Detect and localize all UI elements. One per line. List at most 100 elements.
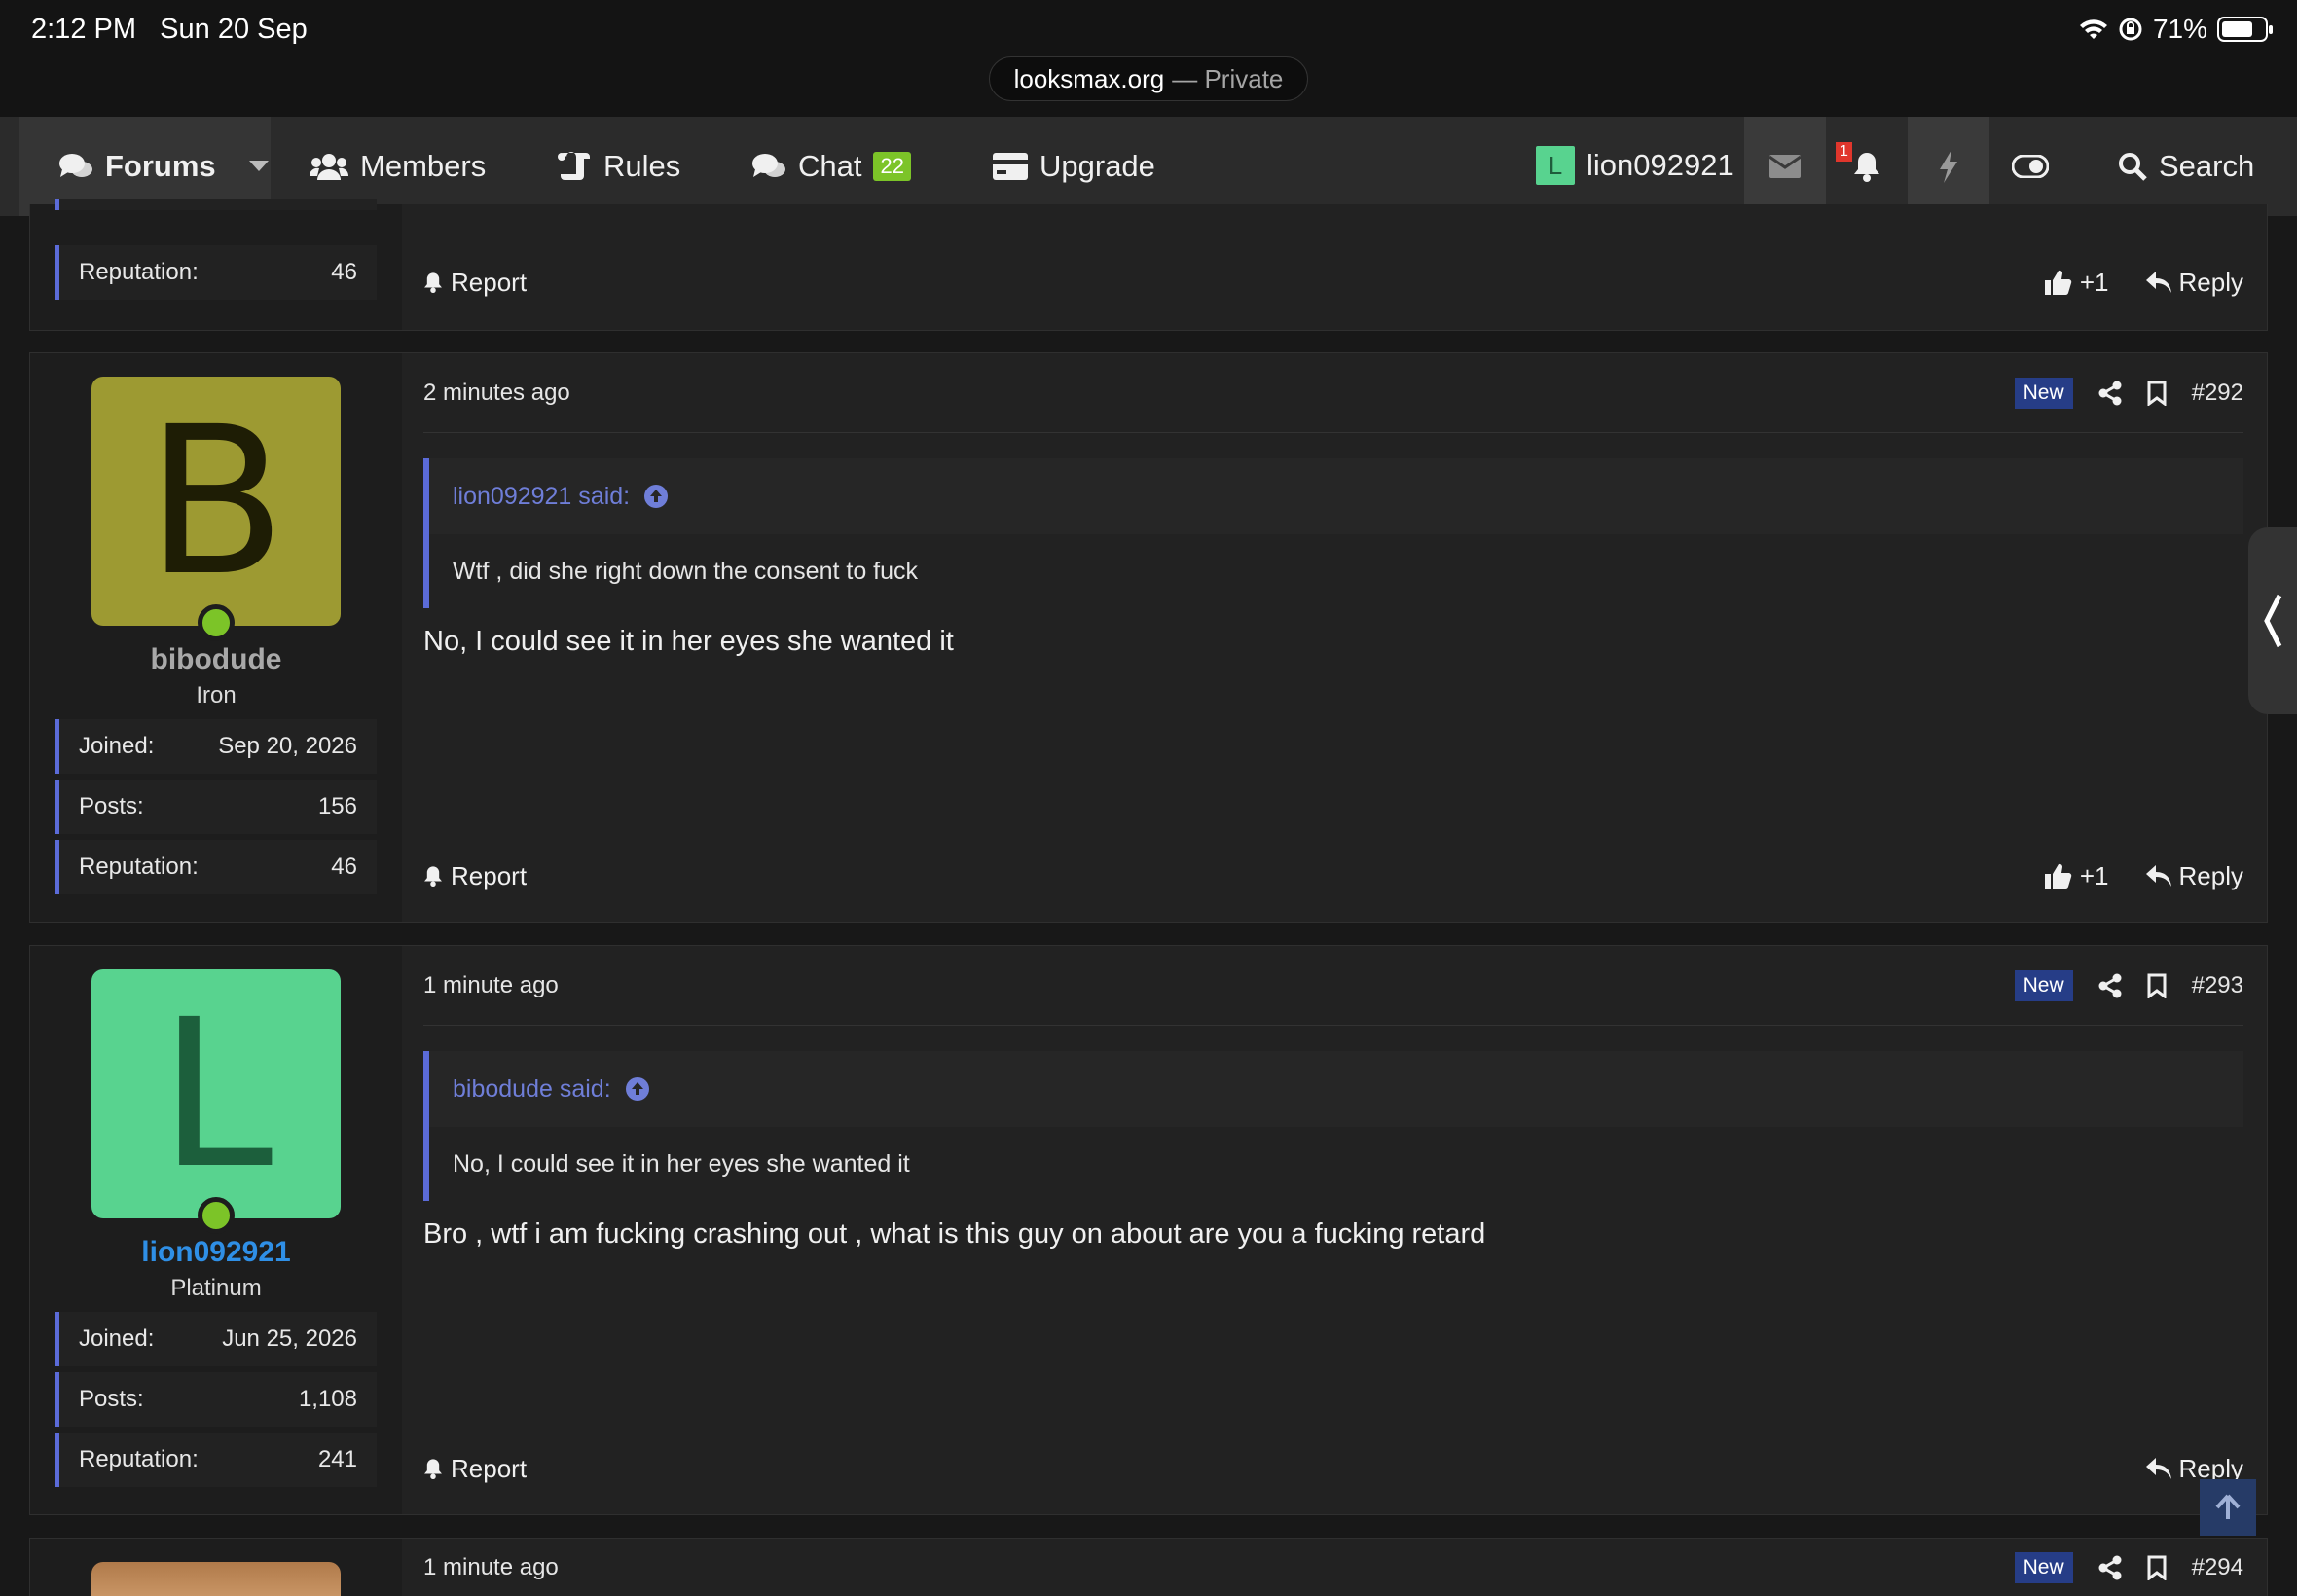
online-indicator bbox=[198, 1197, 235, 1234]
new-badge: New bbox=[2014, 377, 2073, 409]
stat-row-joined: Joined: Jun 25, 2026 bbox=[55, 1312, 377, 1366]
like-button[interactable]: +1 bbox=[2044, 268, 2109, 298]
post-timestamp[interactable]: 1 minute ago bbox=[423, 1554, 559, 1581]
post-sidebar bbox=[30, 1539, 402, 1596]
post-footer: Report Reply bbox=[423, 1444, 2243, 1493]
arrow-up-circle-icon[interactable] bbox=[643, 484, 669, 509]
quote-text: Wtf , did she right down the consent to … bbox=[429, 534, 2243, 608]
nav-username: lion092921 bbox=[1586, 148, 1734, 182]
post-header: 1 minute ago New #293 bbox=[423, 946, 2243, 1026]
post-timestamp[interactable]: 1 minute ago bbox=[423, 972, 559, 999]
reply-button[interactable]: Reply bbox=[2179, 861, 2243, 891]
share-icon[interactable] bbox=[2098, 381, 2122, 406]
stat-label: Posts: bbox=[79, 793, 144, 819]
nav-rules[interactable]: Rules bbox=[557, 117, 680, 216]
like-button[interactable]: +1 bbox=[2044, 860, 2109, 891]
nav-rules-label: Rules bbox=[603, 149, 681, 183]
report-button[interactable]: Report bbox=[423, 268, 527, 298]
chat-icon bbox=[752, 154, 785, 177]
reply-icon bbox=[2145, 1458, 2171, 1479]
post-number[interactable]: #293 bbox=[2192, 972, 2243, 999]
battery-icon bbox=[2217, 17, 2273, 42]
avatar[interactable]: B bbox=[91, 377, 341, 626]
report-button[interactable]: Report bbox=[423, 1454, 527, 1484]
envelope-icon bbox=[1769, 155, 1801, 178]
nav-upgrade[interactable]: Upgrade bbox=[993, 117, 1155, 216]
online-indicator bbox=[198, 604, 235, 641]
reply-button[interactable]: Reply bbox=[2179, 268, 2243, 298]
nav-members-label: Members bbox=[360, 149, 487, 183]
address-bar[interactable]: looksmax.org — Private bbox=[989, 56, 1308, 101]
post-sidebar: Reputation: 46 bbox=[30, 199, 402, 330]
bell-icon bbox=[424, 866, 442, 887]
stat-label: Reputation: bbox=[79, 1446, 199, 1472]
stat-value: 241 bbox=[317, 1446, 357, 1472]
stat-label: Posts: bbox=[79, 1386, 144, 1412]
bell-icon bbox=[424, 272, 442, 293]
orientation-lock-icon bbox=[2119, 18, 2142, 41]
post-username[interactable]: lion092921 bbox=[30, 1236, 402, 1269]
post-number[interactable]: #292 bbox=[2192, 380, 2243, 407]
quote-author[interactable]: bibodude said: bbox=[453, 1075, 611, 1104]
stat-value: 46 bbox=[331, 259, 357, 285]
post-username[interactable]: bibodude bbox=[30, 643, 402, 676]
stat-row-posts bbox=[55, 199, 377, 210]
post-sidebar: B bibodude Iron Joined: Sep 20, 2026 Pos… bbox=[30, 353, 402, 922]
arrow-up-icon bbox=[2215, 1494, 2241, 1519]
reply-icon bbox=[2145, 865, 2171, 887]
chat-count-badge: 22 bbox=[873, 152, 911, 181]
bookmark-icon[interactable] bbox=[2147, 381, 2167, 406]
stat-row-reputation: Reputation: 46 bbox=[55, 840, 377, 894]
chevron-left-icon bbox=[2264, 594, 2282, 648]
like-count: +1 bbox=[2079, 860, 2109, 890]
private-label: — Private bbox=[1172, 63, 1284, 93]
bell-icon bbox=[424, 1459, 442, 1479]
credit-card-icon bbox=[993, 153, 1028, 180]
share-icon[interactable] bbox=[2098, 1555, 2122, 1580]
quote-header[interactable]: bibodude said: bbox=[429, 1051, 2243, 1127]
stat-row-reputation: Reputation: 46 bbox=[55, 245, 377, 300]
sidebar-toggle[interactable] bbox=[2248, 527, 2297, 714]
bookmark-icon[interactable] bbox=[2147, 1555, 2167, 1580]
report-label: Report bbox=[451, 860, 528, 890]
status-date: Sun 20 Sep bbox=[160, 14, 308, 45]
bookmark-icon[interactable] bbox=[2147, 973, 2167, 998]
post-sidebar: L lion092921 Platinum Joined: Jun 25, 20… bbox=[30, 946, 402, 1514]
nav-forums-label: Forums bbox=[105, 149, 216, 183]
share-icon[interactable] bbox=[2098, 973, 2122, 998]
quote-header[interactable]: lion092921 said: bbox=[429, 458, 2243, 534]
avatar[interactable]: L bbox=[91, 969, 341, 1218]
report-label: Report bbox=[451, 267, 528, 297]
post-293: L lion092921 Platinum Joined: Jun 25, 20… bbox=[29, 945, 2268, 1515]
nav-alerts[interactable]: 1 bbox=[1826, 117, 1908, 216]
arrow-up-circle-icon[interactable] bbox=[625, 1076, 650, 1102]
report-button[interactable]: Report bbox=[423, 861, 527, 891]
stat-row-reputation: Reputation: 241 bbox=[55, 1433, 377, 1487]
user-rank: Iron bbox=[196, 682, 237, 708]
nav-theme-toggle[interactable] bbox=[1989, 117, 2071, 216]
post-number[interactable]: #294 bbox=[2192, 1554, 2243, 1581]
stat-label: Joined: bbox=[79, 1325, 155, 1352]
alerts-badge: 1 bbox=[1836, 142, 1852, 162]
stat-row-joined: Joined: Sep 20, 2026 bbox=[55, 719, 377, 774]
wifi-icon bbox=[2079, 19, 2107, 39]
nav-account[interactable]: L lion092921 bbox=[1514, 117, 1744, 216]
avatar[interactable] bbox=[91, 1562, 341, 1596]
caret-down-icon[interactable] bbox=[248, 161, 269, 172]
thumbs-up-icon bbox=[2044, 863, 2072, 889]
post-timestamp[interactable]: 2 minutes ago bbox=[423, 380, 570, 407]
scroll-top-button[interactable] bbox=[2200, 1479, 2256, 1536]
nav-search[interactable]: Search bbox=[2118, 117, 2254, 216]
nav-whats-new[interactable] bbox=[1908, 117, 1989, 216]
quote-author[interactable]: lion092921 said: bbox=[453, 483, 630, 511]
nav-inbox[interactable] bbox=[1744, 117, 1826, 216]
nav-search-label: Search bbox=[2159, 149, 2255, 183]
post-message: No, I could see it in her eyes she wante… bbox=[423, 626, 954, 657]
nav-chat[interactable]: Chat 22 bbox=[751, 117, 911, 216]
stat-value: Sep 20, 2026 bbox=[218, 733, 357, 759]
reply-icon bbox=[2145, 272, 2171, 293]
thumbs-up-icon bbox=[2044, 270, 2072, 296]
comments-icon bbox=[59, 154, 92, 177]
users-icon bbox=[310, 154, 348, 180]
nav-upgrade-label: Upgrade bbox=[1039, 149, 1155, 183]
